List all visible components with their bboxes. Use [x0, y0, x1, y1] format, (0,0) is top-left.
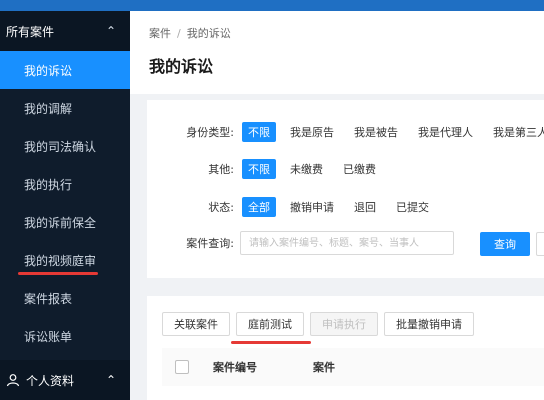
- red-underline-annotation: [18, 272, 98, 275]
- sidebar: 所有案件 ⌃ 我的诉讼 我的调解 我的司法确认 我的执行 我的诉前保全 我的视频…: [0, 11, 130, 400]
- filter-label: 其他:: [208, 163, 234, 176]
- breadcrumb-current: 我的诉讼: [186, 27, 231, 40]
- chevron-up-icon: ⌃: [105, 373, 116, 387]
- filter-option-unpaid[interactable]: 未缴费: [284, 159, 329, 179]
- breadcrumb-root[interactable]: 案件: [149, 27, 171, 40]
- sidebar-personal-info[interactable]: 个人资料 ⌃: [0, 360, 130, 400]
- case-list-panel: 关联案件 庭前测试 申请执行 批量撤销申请 案件编号 案件: [147, 296, 544, 400]
- sidebar-item-video-trial[interactable]: 我的视频庭审: [0, 241, 130, 279]
- batch-withdraw-button[interactable]: 批量撤销申请: [384, 312, 474, 336]
- query-button[interactable]: 查询: [480, 232, 530, 256]
- chevron-up-icon: ⌃: [105, 24, 116, 38]
- sidebar-item-label: 我的诉前保全: [24, 215, 97, 230]
- sidebar-item-label: 我的诉讼: [24, 63, 73, 78]
- sidebar-item-pre-litigation-preservation[interactable]: 我的诉前保全: [0, 203, 130, 241]
- filter-option-third-party[interactable]: 我是第三人: [487, 122, 544, 142]
- apply-execution-button[interactable]: 申请执行: [310, 312, 378, 336]
- sidebar-item-label: 我的司法确认: [24, 139, 97, 154]
- filter-label: 案件查询:: [186, 237, 234, 250]
- filter-option-any[interactable]: 不限: [242, 159, 276, 179]
- filter-option-agent[interactable]: 我是代理人: [412, 122, 479, 142]
- status-filter-row: 状态: 全部 撤销申请 退回 已提交: [147, 197, 435, 217]
- sidebar-item-my-mediation[interactable]: 我的调解: [0, 89, 130, 127]
- sidebar-item-litigation-bill[interactable]: 诉讼账单: [0, 317, 130, 355]
- sidebar-item-label: 我的视频庭审: [24, 253, 97, 268]
- pre-trial-test-button[interactable]: 庭前测试: [231, 312, 311, 344]
- filter-option-paid[interactable]: 已缴费: [337, 159, 382, 179]
- case-search-row: 案件查询:: [147, 231, 454, 255]
- link-case-button[interactable]: 关联案件: [162, 312, 230, 336]
- filter-option-returned[interactable]: 退回: [348, 197, 382, 217]
- case-search-input[interactable]: [240, 231, 454, 255]
- sidebar-item-label: 诉讼账单: [24, 329, 73, 344]
- sidebar-section-header[interactable]: 所有案件 ⌃: [0, 11, 130, 51]
- other-filter-row: 其他: 不限 未缴费 已缴费: [147, 159, 382, 179]
- sidebar-item-my-litigation[interactable]: 我的诉讼: [0, 51, 130, 89]
- breadcrumb: 案件 / 我的诉讼: [149, 25, 231, 41]
- pre-trial-test-label: 庭前测试: [248, 318, 292, 331]
- filter-panel: 身份类型: 不限 我是原告 我是被告 我是代理人 我是第三人 其他: 不限 未缴…: [147, 100, 544, 278]
- red-underline-annotation: [231, 341, 311, 344]
- select-all-checkbox[interactable]: [175, 360, 189, 374]
- identity-filter-row: 身份类型: 不限 我是原告 我是被告 我是代理人 我是第三人: [147, 122, 544, 142]
- top-bar: [0, 0, 544, 11]
- sidebar-item-label: 我的调解: [24, 101, 73, 116]
- column-header-case: 案件: [313, 361, 335, 374]
- filter-option-plaintiff[interactable]: 我是原告: [284, 122, 340, 142]
- filter-option-withdrawn[interactable]: 撤销申请: [284, 197, 340, 217]
- breadcrumb-separator: /: [177, 27, 181, 40]
- user-icon: [6, 374, 20, 387]
- table-header: 案件编号 案件: [162, 348, 544, 386]
- sidebar-item-case-report[interactable]: 案件报表: [0, 279, 130, 317]
- filter-option-defendant[interactable]: 我是被告: [348, 122, 404, 142]
- filter-option-any[interactable]: 不限: [242, 122, 276, 142]
- filter-label: 身份类型:: [186, 126, 234, 139]
- filter-option-all[interactable]: 全部: [242, 197, 276, 217]
- reset-button[interactable]: [536, 232, 544, 256]
- personal-info-label: 个人资料: [26, 373, 75, 388]
- filter-option-submitted[interactable]: 已提交: [390, 197, 435, 217]
- sidebar-item-label: 我的执行: [24, 177, 73, 192]
- filter-label: 状态:: [208, 201, 234, 214]
- page-title: 我的诉讼: [149, 57, 214, 76]
- sidebar-item-label: 案件报表: [24, 291, 73, 306]
- sidebar-item-judicial-confirmation[interactable]: 我的司法确认: [0, 127, 130, 165]
- page-header: 案件 / 我的诉讼 我的诉讼: [130, 11, 544, 94]
- sidebar-section-title: 所有案件: [6, 24, 55, 39]
- column-header-case-number: 案件编号: [213, 361, 257, 374]
- action-toolbar: 关联案件 庭前测试 申请执行 批量撤销申请: [162, 312, 474, 344]
- main-content: 案件 / 我的诉讼 我的诉讼 身份类型: 不限 我是原告 我是被告 我是代理人 我是…: [130, 11, 544, 400]
- sidebar-item-my-execution[interactable]: 我的执行: [0, 165, 130, 203]
